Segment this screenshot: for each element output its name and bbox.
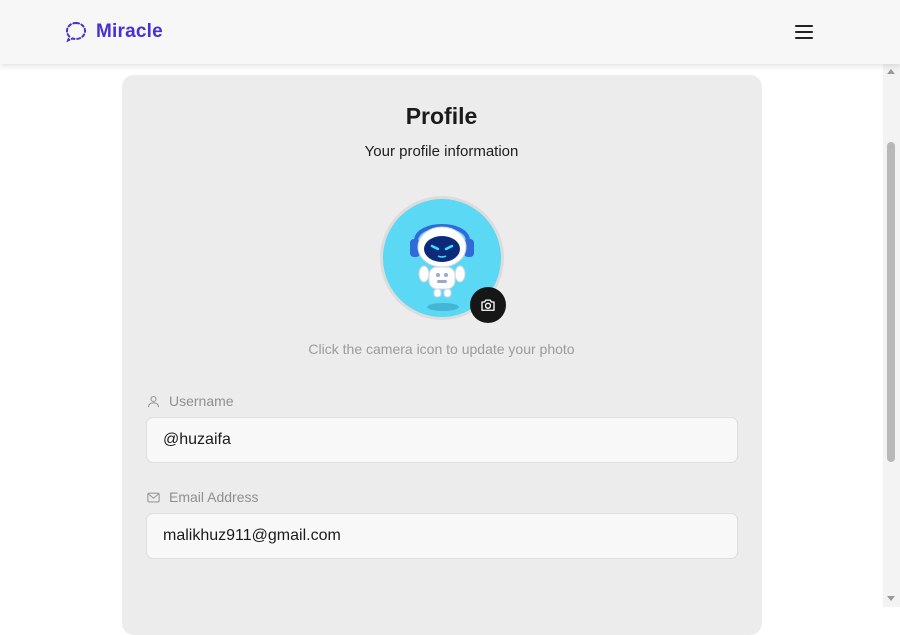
- username-label-text: Username: [169, 393, 234, 409]
- mail-icon: [147, 492, 160, 502]
- email-field[interactable]: [146, 513, 738, 559]
- brand-logo[interactable]: Miracle: [64, 20, 163, 44]
- scroll-up-icon[interactable]: [887, 69, 895, 74]
- photo-hint: Click the camera icon to update your pho…: [308, 341, 575, 357]
- scroll-down-icon[interactable]: [887, 596, 895, 601]
- page-title: Profile: [405, 103, 478, 129]
- page-scrollbar[interactable]: [883, 64, 900, 607]
- scroll-thumb[interactable]: [887, 142, 895, 462]
- top-navbar: Miracle: [0, 0, 900, 64]
- username-label: Username: [146, 393, 234, 409]
- email-label: Email Address: [146, 489, 258, 505]
- camera-icon[interactable]: [470, 287, 506, 323]
- email-label-text: Email Address: [169, 489, 259, 505]
- brand-name: Miracle: [96, 21, 163, 42]
- chat-bubble-dashed-icon: [65, 21, 87, 43]
- username-field[interactable]: [146, 417, 738, 463]
- user-icon: [147, 395, 160, 407]
- hamburger-menu-icon[interactable]: [792, 21, 816, 43]
- page-subtitle: Your profile information: [364, 143, 519, 160]
- camera-glyph: [481, 299, 495, 311]
